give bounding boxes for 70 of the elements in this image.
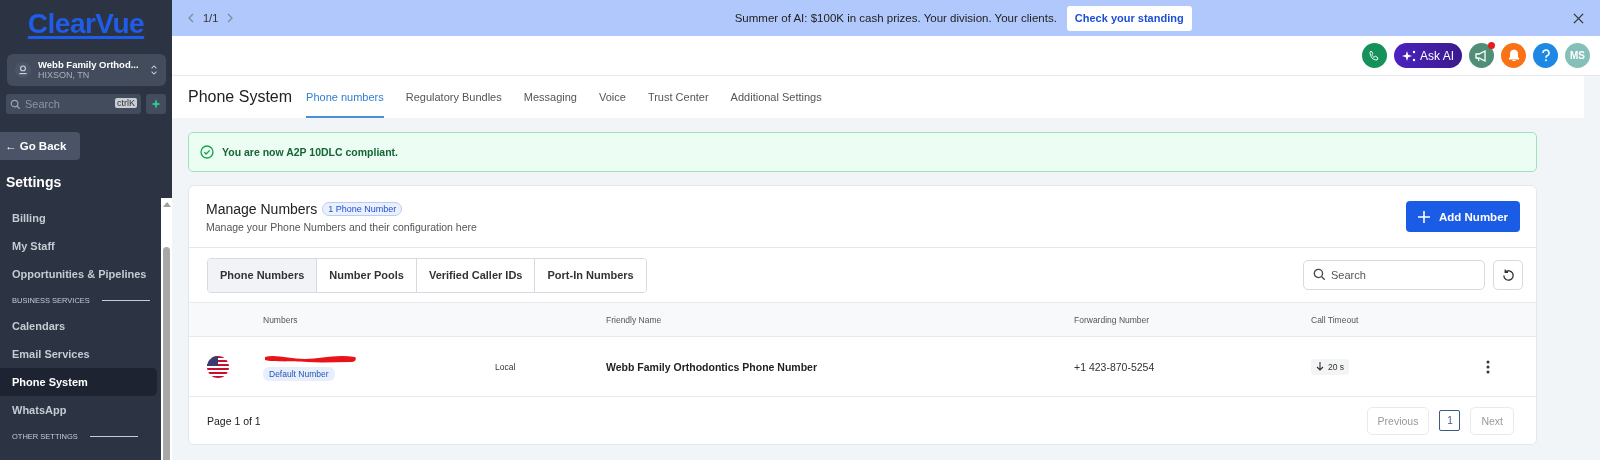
- banner-message: Summer of AI: $100K in cash prizes. Your division. Your clients.: [734, 12, 1057, 24]
- count-badge: 1 Phone Number: [322, 201, 403, 216]
- shortcut-key: ctrlK: [115, 98, 137, 108]
- scrollbar[interactable]: [161, 198, 172, 460]
- quick-action-button[interactable]: [146, 94, 166, 114]
- account-switcher[interactable]: Webb Family Orthod... HIXSON, TN: [7, 54, 166, 86]
- sidebar-item[interactable]: Billing: [0, 204, 157, 232]
- scroll-up-icon: [162, 202, 171, 207]
- bell-icon: [1507, 49, 1520, 62]
- more-icon[interactable]: [1486, 359, 1490, 374]
- table-cell-text: +1 423-870-5254: [1074, 360, 1156, 373]
- account-name: Webb Family Orthod...: [38, 59, 140, 70]
- chevron-right-icon[interactable]: [227, 13, 234, 23]
- default-badge: Default Number: [263, 367, 335, 381]
- segment-tab[interactable]: Port-In Numbers: [534, 258, 646, 292]
- search-icon: [1313, 268, 1326, 281]
- column-header: Numbers: [263, 314, 299, 325]
- refresh-icon: [1500, 267, 1516, 283]
- column-header: Forwarding Number: [1074, 314, 1151, 325]
- chevron-left-icon[interactable]: [188, 13, 194, 23]
- pager-count: 1/1: [203, 12, 219, 24]
- question-icon: [1540, 49, 1551, 62]
- account-location: HIXSON, TN: [38, 70, 91, 81]
- timeout-badge: 20 s: [1311, 358, 1350, 375]
- plus-icon: [1418, 210, 1430, 223]
- column-header: Friendly Name: [606, 314, 663, 325]
- check-circle-icon: [200, 145, 214, 159]
- check-standing-button[interactable]: Check your standing: [1066, 5, 1192, 31]
- segment-tab[interactable]: Phone Numbers: [208, 258, 317, 292]
- chevron-updown-icon: [150, 64, 158, 76]
- tab[interactable]: Voice: [598, 76, 626, 118]
- sparkle-icon: [1402, 48, 1416, 63]
- go-back-button[interactable]: ← Go Back: [0, 132, 81, 160]
- tab[interactable]: Trust Center: [647, 76, 709, 118]
- card-subtitle: Manage your Phone Numbers and their configuration here: [206, 220, 477, 233]
- tab[interactable]: Additional Settings: [730, 76, 822, 118]
- column-header: Call Timeout: [1311, 314, 1360, 325]
- sidebar-item[interactable]: Phone System: [0, 368, 157, 396]
- phone-icon: [1368, 49, 1381, 62]
- tab[interactable]: Phone numbers: [306, 76, 384, 118]
- alert-message: You are now A2P 10DLC compliant.: [222, 146, 398, 158]
- table-cell-text: Webb Family Orthodontics Phone Number: [606, 360, 818, 373]
- notification-dot: [1488, 42, 1495, 49]
- notifications-button[interactable]: [1501, 43, 1526, 68]
- arrow-down-icon: [1316, 362, 1324, 371]
- sidebar-item[interactable]: Calendars: [0, 312, 157, 340]
- card-title: Manage Numbers: [206, 200, 318, 217]
- tab[interactable]: Messaging: [523, 76, 577, 118]
- sparkle-icon: [151, 99, 161, 109]
- announcements-button[interactable]: [1469, 43, 1494, 68]
- settings-heading: Settings: [6, 174, 63, 190]
- add-number-button[interactable]: Add Number: [1406, 201, 1520, 232]
- close-icon[interactable]: [1573, 12, 1584, 24]
- sidebar-item[interactable]: Email Services: [0, 340, 157, 368]
- page-number-button[interactable]: 1: [1439, 410, 1461, 431]
- tab[interactable]: Regulatory Bundles: [405, 76, 502, 118]
- sidebar-item[interactable]: WhatsApp: [0, 396, 157, 424]
- flag-icon: [207, 355, 229, 378]
- sidebar-item[interactable]: My Staff: [0, 232, 157, 260]
- ask-ai-button[interactable]: Ask AI: [1394, 43, 1462, 68]
- table-search-field[interactable]: Search: [1303, 260, 1485, 290]
- help-button[interactable]: [1533, 43, 1558, 68]
- page-info: Page 1 of 1: [207, 414, 261, 427]
- number-type: Local: [495, 361, 517, 372]
- megaphone-icon: [1475, 49, 1488, 62]
- refresh-button[interactable]: [1493, 260, 1523, 290]
- phone-button[interactable]: [1362, 43, 1387, 68]
- sidebar-item[interactable]: Opportunities & Pipelines: [0, 260, 157, 288]
- page-title: Phone System: [188, 88, 293, 106]
- search-icon: [10, 99, 21, 110]
